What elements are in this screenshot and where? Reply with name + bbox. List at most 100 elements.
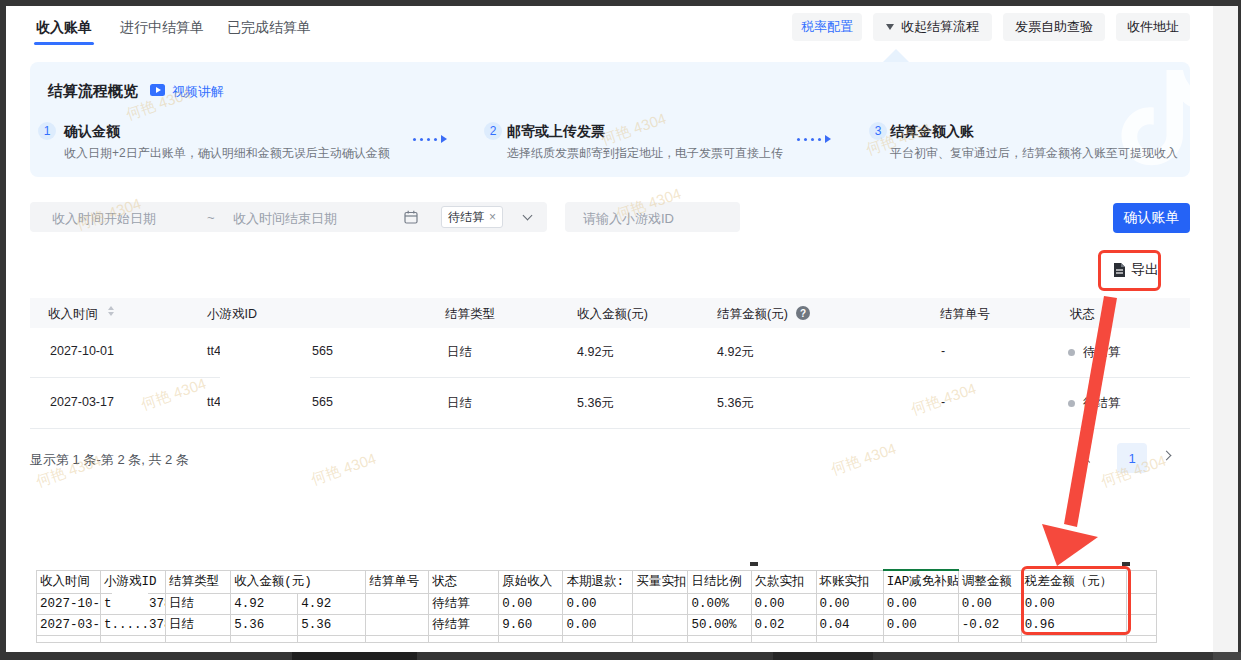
- step3-number: 3: [869, 122, 887, 140]
- bottom-bar-fragment-1: [292, 652, 417, 660]
- collapse-flow-label: 收起结算流程: [901, 18, 979, 36]
- step1-desc: 收入日期+2日产出账单，确认明细和金额无误后主动确认金额: [64, 145, 390, 162]
- select-chevron-icon: [523, 211, 533, 221]
- bottom-bar-fragment-3: [1213, 652, 1241, 660]
- row1-settle: 4.92元: [717, 344, 754, 361]
- step2-desc: 选择纸质发票邮寄到指定地址，电子发票可直接上传: [507, 145, 783, 162]
- page-number-label: 1: [1128, 451, 1135, 466]
- row2-status-dot: [1068, 400, 1075, 407]
- row1-status-dot: [1068, 349, 1075, 356]
- xh-order-no: 结算单号: [366, 570, 429, 593]
- excel-row-empty: [37, 635, 1157, 642]
- address-label: 收件地址: [1127, 18, 1179, 36]
- scrollbar-track[interactable]: [1213, 6, 1238, 652]
- page: 收入账单 进行中结算单 已完成结算单 税率配置 收起结算流程 发票自助查验 收件…: [0, 0, 1241, 660]
- step3-desc: 平台初审、复审通过后，结算金额将入账至可提现收入: [890, 145, 1178, 162]
- status-tag[interactable]: 待结算×: [441, 206, 503, 228]
- xh-income-amount: 收入金额(元): [231, 570, 366, 593]
- frame-top: [0, 0, 1241, 6]
- col-header-status: 状态: [1070, 306, 1095, 323]
- xh-buy-deduct: 买量实扣: [633, 570, 688, 593]
- tax-diff-highlight-box: [1021, 566, 1131, 635]
- row2-date: 2027-03-17: [50, 395, 114, 409]
- step3-title: 结算金额入账: [890, 123, 974, 141]
- row2-settle: 5.36元: [717, 395, 754, 412]
- col-header-game-id: 小游戏ID: [207, 306, 257, 323]
- tab-completed[interactable]: 已完成结算单: [227, 19, 311, 37]
- panel-caret: [883, 49, 909, 62]
- confirm-bill-label: 确认账单: [1124, 209, 1180, 227]
- col-header-settle-amount: 结算金额(元): [717, 306, 788, 323]
- excel-row-1: 2027-10-01t 378日结4.924.92待结算0.000.000.00…: [37, 593, 1157, 614]
- tab-income-bill[interactable]: 收入账单: [36, 19, 92, 37]
- row1-status: 待结算: [1083, 344, 1121, 361]
- address-button[interactable]: 收件地址: [1116, 13, 1190, 41]
- row2-type: 日结: [447, 395, 472, 412]
- game-id-input[interactable]: 请输入小游戏ID: [565, 202, 740, 232]
- col-header-settle-type: 结算类型: [445, 306, 495, 323]
- row1-game-prefix: tt4: [207, 344, 221, 358]
- status-select[interactable]: 待结算×: [437, 202, 547, 232]
- xh-daily-ratio: 日结比例: [688, 570, 751, 593]
- rate-config-button[interactable]: 税率配置: [792, 13, 862, 41]
- row1-income: 4.92元: [577, 344, 614, 361]
- excel-artifact-1: [750, 562, 758, 566]
- xh-settle-type: 结算类型: [166, 570, 231, 593]
- calendar-icon: [404, 210, 418, 224]
- xh-iap-relief: IAP减免补贴: [883, 570, 958, 593]
- rate-config-label: 税率配置: [801, 18, 853, 36]
- tab-in-progress[interactable]: 进行中结算单: [120, 19, 204, 37]
- invoice-check-label: 发票自助查验: [1015, 18, 1093, 36]
- export-highlight-box: [1098, 250, 1161, 291]
- redaction-block-1: [220, 333, 310, 381]
- frame-left: [0, 0, 6, 660]
- row2-status: 待结算: [1083, 395, 1121, 412]
- excel-header-row: 收入时间 小游戏ID 结算类型 收入金额(元) 结算单号 状态 原始收入 本期退…: [37, 570, 1157, 593]
- row1-order: -: [941, 344, 945, 358]
- watermark: 何艳 4304: [309, 450, 379, 490]
- table-summary: 显示第 1 条-第 2 条, 共 2 条: [30, 451, 189, 469]
- step2-title: 邮寄或上传发票: [507, 123, 605, 141]
- step1-title: 确认金额: [64, 123, 120, 141]
- step1-number: 1: [38, 122, 56, 140]
- video-guide-link[interactable]: 视频讲解: [172, 83, 224, 101]
- next-page-icon[interactable]: [1162, 451, 1172, 461]
- game-id-placeholder: 请输入小游戏ID: [583, 210, 674, 228]
- row2-income: 5.36元: [577, 395, 614, 412]
- date-start-placeholder: 收入时间开始日期: [52, 210, 156, 228]
- col-header-order-no: 结算单号: [940, 306, 990, 323]
- tag-close-icon[interactable]: ×: [489, 210, 496, 224]
- date-end-placeholder: 收入时间结束日期: [233, 210, 337, 228]
- sort-icon[interactable]: [108, 306, 114, 316]
- step2-number: 2: [484, 122, 502, 140]
- video-play-icon: [150, 84, 165, 96]
- date-separator: ~: [207, 210, 215, 225]
- xh-baddebt-deduct: 坏账实扣: [816, 570, 883, 593]
- invoice-check-button[interactable]: 发票自助查验: [1003, 13, 1105, 41]
- row1-date: 2027-10-01: [50, 344, 114, 358]
- active-tab-underline: [34, 42, 94, 45]
- xh-income-time: 收入时间: [37, 570, 101, 593]
- flow-panel: 结算流程概览 视频讲解 1 确认金额 收入日期+2日产出账单，确认明细和金额无误…: [30, 62, 1190, 177]
- confirm-bill-button[interactable]: 确认账单: [1113, 203, 1190, 233]
- date-range-input[interactable]: 收入时间开始日期 ~ 收入时间结束日期: [30, 202, 443, 232]
- xh-original-income: 原始收入: [499, 570, 563, 593]
- page-number[interactable]: 1: [1117, 443, 1147, 473]
- watermark: 何艳 4304: [829, 440, 899, 480]
- collapse-flow-button[interactable]: 收起结算流程: [873, 13, 992, 41]
- col-header-income-time[interactable]: 收入时间: [48, 306, 98, 323]
- caret-down-icon: [886, 24, 894, 30]
- row1-type: 日结: [447, 344, 472, 361]
- row-divider-1: [30, 377, 1190, 378]
- flow-panel-title: 结算流程概览: [48, 82, 138, 101]
- excel-table: 收入时间 小游戏ID 结算类型 收入金额(元) 结算单号 状态 原始收入 本期退…: [36, 569, 1157, 643]
- prev-page-icon[interactable]: [1083, 450, 1096, 463]
- xh-refund: 本期退款:: [563, 570, 633, 593]
- row-divider-2: [30, 428, 1190, 429]
- xh-game-id: 小游戏ID: [101, 570, 166, 593]
- row1-game-suffix: 565: [312, 344, 333, 358]
- excel-row-2: 2027-03-17t.....378日结5.365.36待结算9.600.00…: [37, 614, 1157, 635]
- watermark: 何艳 4304: [139, 375, 209, 415]
- help-icon[interactable]: ?: [796, 306, 810, 320]
- xh-debt-deduct: 欠款实扣: [751, 570, 816, 593]
